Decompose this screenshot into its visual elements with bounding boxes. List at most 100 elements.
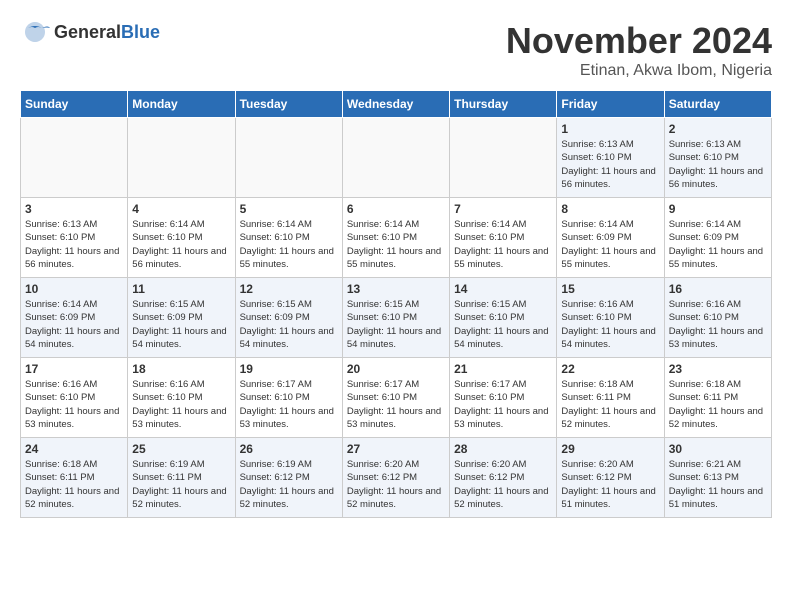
day-number: 19 (240, 362, 338, 376)
day-info: Sunrise: 6:14 AM Sunset: 6:10 PM Dayligh… (347, 218, 445, 271)
day-number: 30 (669, 442, 767, 456)
header-row: Sunday Monday Tuesday Wednesday Thursday… (21, 91, 772, 118)
day-info: Sunrise: 6:15 AM Sunset: 6:10 PM Dayligh… (347, 298, 445, 351)
day-info: Sunrise: 6:18 AM Sunset: 6:11 PM Dayligh… (669, 378, 767, 431)
location-subtitle: Etinan, Akwa Ibom, Nigeria (506, 62, 772, 80)
day-info: Sunrise: 6:21 AM Sunset: 6:13 PM Dayligh… (669, 458, 767, 511)
day-number: 18 (132, 362, 230, 376)
day-number: 25 (132, 442, 230, 456)
day-number: 16 (669, 282, 767, 296)
calendar-cell: 3 Sunrise: 6:13 AM Sunset: 6:10 PM Daylig… (21, 198, 128, 278)
title-area: November 2024 Etinan, Akwa Ibom, Nigeria (506, 20, 772, 80)
day-number: 21 (454, 362, 552, 376)
calendar-cell: 17Sunrise: 6:16 AM Sunset: 6:10 PM Dayli… (21, 358, 128, 438)
calendar-cell: 24Sunrise: 6:18 AM Sunset: 6:11 PM Dayli… (21, 438, 128, 518)
calendar-cell: 23 Sunrise: 6:18 AM Sunset: 6:11 PM Dayli… (664, 358, 771, 438)
day-number: 3 (25, 202, 123, 216)
page-container: GeneralBlue November 2024 Etinan, Akwa I… (20, 20, 772, 518)
week-row-3: 10 Sunrise: 6:14 AM Sunset: 6:09 PM Dayli… (21, 278, 772, 358)
day-number: 28 (454, 442, 552, 456)
calendar-cell: 6 Sunrise: 6:14 AM Sunset: 6:10 PM Daylig… (342, 198, 449, 278)
calendar-cell: 1 Sunrise: 6:13 AM Sunset: 6:10 PM Daylig… (557, 118, 664, 198)
calendar-cell: 2 Sunrise: 6:13 AM Sunset: 6:10 PM Daylig… (664, 118, 771, 198)
calendar-cell: 13 Sunrise: 6:15 AM Sunset: 6:10 PM Dayli… (342, 278, 449, 358)
day-number: 26 (240, 442, 338, 456)
day-number: 27 (347, 442, 445, 456)
day-info: Sunrise: 6:14 AM Sunset: 6:09 PM Dayligh… (561, 218, 659, 271)
col-friday: Friday (557, 91, 664, 118)
day-info: Sunrise: 6:15 AM Sunset: 6:09 PM Dayligh… (240, 298, 338, 351)
calendar-cell: 30 Sunrise: 6:21 AM Sunset: 6:13 PM Dayli… (664, 438, 771, 518)
week-row-5: 24Sunrise: 6:18 AM Sunset: 6:11 PM Dayli… (21, 438, 772, 518)
day-number: 20 (347, 362, 445, 376)
day-info: Sunrise: 6:13 AM Sunset: 6:10 PM Dayligh… (669, 138, 767, 191)
calendar-table: Sunday Monday Tuesday Wednesday Thursday… (20, 90, 772, 518)
calendar-cell: 21 Sunrise: 6:17 AM Sunset: 6:10 PM Dayli… (450, 358, 557, 438)
day-info: Sunrise: 6:17 AM Sunset: 6:10 PM Dayligh… (240, 378, 338, 431)
calendar-cell: 28Sunrise: 6:20 AM Sunset: 6:12 PM Dayli… (450, 438, 557, 518)
calendar-cell: 15Sunrise: 6:16 AM Sunset: 6:10 PM Dayli… (557, 278, 664, 358)
logo-bird-icon (20, 20, 50, 44)
day-number: 12 (240, 282, 338, 296)
day-number: 23 (669, 362, 767, 376)
calendar-cell (342, 118, 449, 198)
day-number: 1 (561, 122, 659, 136)
calendar-cell: 8 Sunrise: 6:14 AM Sunset: 6:09 PM Daylig… (557, 198, 664, 278)
day-number: 7 (454, 202, 552, 216)
calendar-cell (450, 118, 557, 198)
calendar-cell: 10 Sunrise: 6:14 AM Sunset: 6:09 PM Dayli… (21, 278, 128, 358)
col-saturday: Saturday (664, 91, 771, 118)
logo-general-text: General (54, 22, 121, 42)
day-number: 29 (561, 442, 659, 456)
calendar-cell: 7Sunrise: 6:14 AM Sunset: 6:10 PM Daylig… (450, 198, 557, 278)
day-info: Sunrise: 6:19 AM Sunset: 6:12 PM Dayligh… (240, 458, 338, 511)
calendar-body: 1 Sunrise: 6:13 AM Sunset: 6:10 PM Daylig… (21, 118, 772, 518)
day-number: 9 (669, 202, 767, 216)
week-row-2: 3 Sunrise: 6:13 AM Sunset: 6:10 PM Daylig… (21, 198, 772, 278)
day-info: Sunrise: 6:13 AM Sunset: 6:10 PM Dayligh… (25, 218, 123, 271)
calendar-cell: 25 Sunrise: 6:19 AM Sunset: 6:11 PM Dayli… (128, 438, 235, 518)
day-info: Sunrise: 6:15 AM Sunset: 6:10 PM Dayligh… (454, 298, 552, 351)
day-number: 6 (347, 202, 445, 216)
logo-blue-text: Blue (121, 22, 160, 42)
calendar-cell: 27 Sunrise: 6:20 AM Sunset: 6:12 PM Dayli… (342, 438, 449, 518)
calendar-cell: 18 Sunrise: 6:16 AM Sunset: 6:10 PM Dayli… (128, 358, 235, 438)
week-row-4: 17Sunrise: 6:16 AM Sunset: 6:10 PM Dayli… (21, 358, 772, 438)
day-info: Sunrise: 6:14 AM Sunset: 6:10 PM Dayligh… (240, 218, 338, 271)
day-info: Sunrise: 6:20 AM Sunset: 6:12 PM Dayligh… (347, 458, 445, 511)
month-title: November 2024 (506, 20, 772, 62)
day-info: Sunrise: 6:20 AM Sunset: 6:12 PM Dayligh… (561, 458, 659, 511)
calendar-header: Sunday Monday Tuesday Wednesday Thursday… (21, 91, 772, 118)
calendar-cell: 5 Sunrise: 6:14 AM Sunset: 6:10 PM Daylig… (235, 198, 342, 278)
day-info: Sunrise: 6:16 AM Sunset: 6:10 PM Dayligh… (669, 298, 767, 351)
day-info: Sunrise: 6:14 AM Sunset: 6:10 PM Dayligh… (132, 218, 230, 271)
calendar-cell: 16 Sunrise: 6:16 AM Sunset: 6:10 PM Dayli… (664, 278, 771, 358)
calendar-cell (235, 118, 342, 198)
day-number: 14 (454, 282, 552, 296)
calendar-cell: 29 Sunrise: 6:20 AM Sunset: 6:12 PM Dayli… (557, 438, 664, 518)
day-info: Sunrise: 6:14 AM Sunset: 6:09 PM Dayligh… (25, 298, 123, 351)
day-number: 10 (25, 282, 123, 296)
day-number: 2 (669, 122, 767, 136)
day-number: 13 (347, 282, 445, 296)
col-monday: Monday (128, 91, 235, 118)
calendar-cell: 12 Sunrise: 6:15 AM Sunset: 6:09 PM Dayli… (235, 278, 342, 358)
day-info: Sunrise: 6:18 AM Sunset: 6:11 PM Dayligh… (561, 378, 659, 431)
day-info: Sunrise: 6:16 AM Sunset: 6:10 PM Dayligh… (25, 378, 123, 431)
day-info: Sunrise: 6:13 AM Sunset: 6:10 PM Dayligh… (561, 138, 659, 191)
calendar-cell: 26 Sunrise: 6:19 AM Sunset: 6:12 PM Dayli… (235, 438, 342, 518)
calendar-cell: 9Sunrise: 6:14 AM Sunset: 6:09 PM Daylig… (664, 198, 771, 278)
day-info: Sunrise: 6:16 AM Sunset: 6:10 PM Dayligh… (561, 298, 659, 351)
calendar-cell: 4Sunrise: 6:14 AM Sunset: 6:10 PM Daylig… (128, 198, 235, 278)
calendar-cell: 22Sunrise: 6:18 AM Sunset: 6:11 PM Dayli… (557, 358, 664, 438)
calendar-cell: 19 Sunrise: 6:17 AM Sunset: 6:10 PM Dayli… (235, 358, 342, 438)
day-info: Sunrise: 6:17 AM Sunset: 6:10 PM Dayligh… (454, 378, 552, 431)
calendar-cell: 11Sunrise: 6:15 AM Sunset: 6:09 PM Dayli… (128, 278, 235, 358)
day-info: Sunrise: 6:16 AM Sunset: 6:10 PM Dayligh… (132, 378, 230, 431)
logo: GeneralBlue (20, 20, 160, 44)
day-number: 5 (240, 202, 338, 216)
day-number: 8 (561, 202, 659, 216)
day-info: Sunrise: 6:15 AM Sunset: 6:09 PM Dayligh… (132, 298, 230, 351)
day-info: Sunrise: 6:17 AM Sunset: 6:10 PM Dayligh… (347, 378, 445, 431)
day-info: Sunrise: 6:19 AM Sunset: 6:11 PM Dayligh… (132, 458, 230, 511)
